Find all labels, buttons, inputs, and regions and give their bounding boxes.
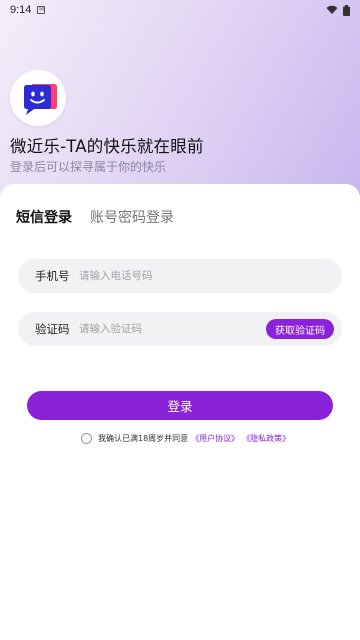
page-title: 微近乐-TA的快乐就在眼前 [10, 137, 204, 156]
notification-icon: ✉ [37, 6, 46, 14]
login-tabs: 短信登录 账号密码登录 [16, 207, 174, 227]
status-bar: 9:14 ✉ [0, 0, 360, 20]
app-logo [10, 70, 66, 126]
chat-bubble-face-icon [24, 84, 57, 115]
get-code-button[interactable]: 获取验证码 [266, 319, 334, 339]
status-time: 9:14 [10, 4, 32, 16]
page-subtitle: 登录后可以探寻属于你的快乐 [10, 160, 167, 174]
phone-label: 手机号 [35, 269, 70, 283]
battery-icon [343, 4, 350, 16]
code-input[interactable] [79, 323, 266, 335]
code-label: 验证码 [35, 322, 70, 336]
status-icons [326, 4, 350, 16]
tab-sms-login[interactable]: 短信登录 [16, 207, 72, 227]
privacy-policy-link[interactable]: 《隐私政策》 [242, 433, 290, 444]
phone-input[interactable] [79, 270, 334, 282]
agreement-text: 我确认已满18周岁并同意 [98, 434, 189, 443]
user-agreement-link[interactable]: 《用户协议》 [191, 433, 239, 444]
login-button[interactable]: 登录 [27, 391, 333, 420]
wifi-icon [326, 5, 338, 14]
phone-field: 手机号 [18, 259, 342, 293]
tab-password-login[interactable]: 账号密码登录 [90, 207, 174, 227]
code-field: 验证码 获取验证码 [18, 312, 342, 346]
login-card: 短信登录 账号密码登录 手机号 验证码 获取验证码 登录 我确认已满18周岁并同… [0, 184, 360, 640]
agreement-row: 我确认已满18周岁并同意 《用户协议》 《隐私政策》 [81, 433, 290, 444]
agree-checkbox[interactable] [81, 433, 92, 444]
